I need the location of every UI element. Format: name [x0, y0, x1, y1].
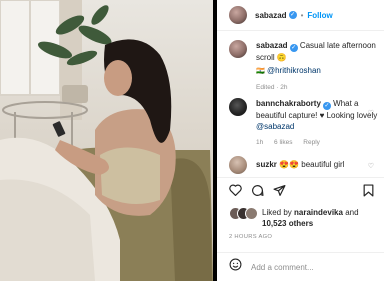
heart-icon[interactable]	[229, 184, 242, 197]
liker-avatar	[245, 207, 258, 220]
comment-text: 😍😍 beautiful girl	[279, 160, 345, 169]
post-photo[interactable]	[0, 0, 213, 281]
comment-likes[interactable]: 6 likes	[274, 139, 292, 146]
author-username[interactable]: sabazad	[255, 11, 287, 20]
caption: sabazad ✓ Casual late afternoon scroll 🙃 …	[229, 40, 384, 93]
comment-icon[interactable]	[251, 184, 264, 197]
likes-joiner: and	[345, 208, 359, 217]
caption-tag-link[interactable]: @hrithikroshan	[267, 66, 321, 75]
emoji-icon[interactable]	[229, 258, 242, 276]
add-comment-input[interactable]: Add a comment...	[251, 263, 314, 272]
comment-mention-link[interactable]: @sabazad	[256, 122, 294, 131]
author-avatar[interactable]	[229, 6, 247, 24]
verified-badge-icon: ✓	[289, 44, 298, 52]
add-comment-bar: Add a comment...	[217, 253, 384, 281]
caption-username[interactable]: sabazad	[256, 41, 288, 50]
comment-like-heart-icon[interactable]: ♡	[368, 162, 374, 170]
caption-avatar[interactable]	[229, 40, 247, 58]
comment-item: suzkr 😍😍 beautiful girl	[229, 156, 384, 174]
verified-badge-icon: ✓	[288, 11, 297, 19]
actions-divider	[217, 177, 384, 178]
comment-username[interactable]: suzkr	[256, 160, 277, 169]
verified-badge-icon: ✓	[322, 102, 331, 110]
comment-like-heart-icon[interactable]: ♡	[368, 109, 374, 117]
comment-reply-button[interactable]: Reply	[303, 139, 320, 146]
likes-prefix: Liked by	[262, 208, 292, 217]
comment-username[interactable]: bannchakraborty	[256, 99, 321, 108]
comment-item: bannchakraborty ✓ What a beautiful captur…	[229, 98, 384, 148]
follow-button[interactable]: Follow	[307, 11, 332, 20]
separator-dot: •	[300, 10, 304, 20]
post-photo-illustration	[0, 0, 213, 281]
likes-text: Liked by naraindevika and 10,523 others	[262, 207, 359, 229]
comment-time: 1h	[256, 139, 264, 146]
likes-summary: Liked by naraindevika and 10,523 others	[229, 207, 359, 229]
edited-label: Edited · 2h	[256, 84, 288, 91]
commenter-avatar[interactable]	[229, 98, 247, 116]
post-timestamp: 2 HOURS AGO	[229, 234, 273, 240]
liker-avatars	[229, 207, 259, 221]
header-divider	[217, 30, 384, 31]
post-actions	[229, 184, 286, 197]
caption-meta: Edited · 2h	[256, 82, 384, 93]
comment-meta: 1h 6 likes Reply	[256, 137, 384, 148]
bookmark-icon[interactable]	[363, 184, 374, 202]
post-header: sabazad ✓ • Follow	[217, 0, 384, 30]
liker-username[interactable]: naraindevika	[294, 208, 343, 217]
likes-count[interactable]: 10,523 others	[262, 219, 313, 228]
post-detail-pane: sabazad ✓ • Follow sabazad ✓ Casual late …	[217, 0, 384, 281]
share-icon[interactable]	[273, 184, 286, 197]
flag-icon: 🇮🇳	[256, 68, 265, 75]
commenter-avatar[interactable]	[229, 156, 247, 174]
